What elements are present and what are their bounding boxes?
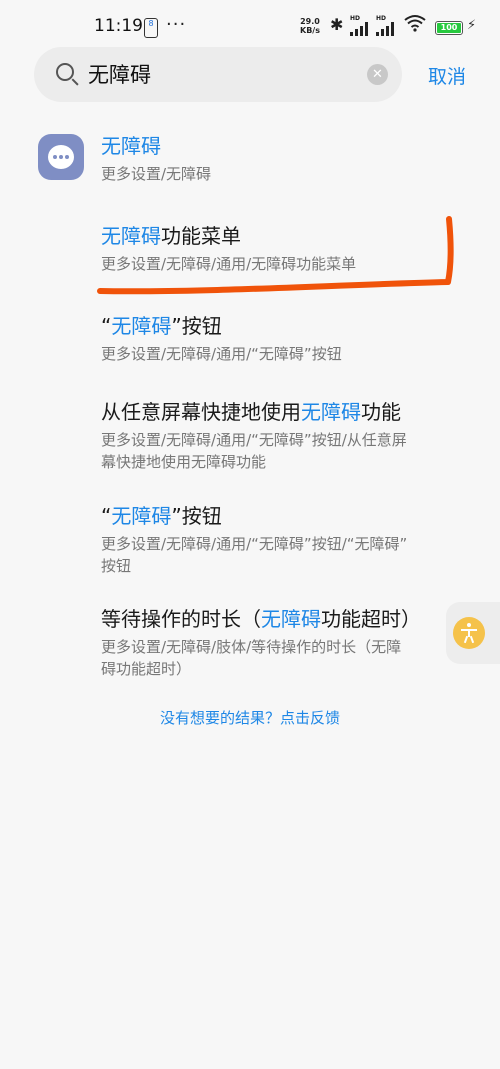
result-title: “无障碍”按钮: [101, 504, 222, 528]
result-item-accessibility-timeout[interactable]: 等待操作的时长（无障碍功能超时） 更多设置/无障碍/肢体/等待操作的时长（无障 …: [101, 606, 461, 680]
result-title: 从任意屏幕快捷地使用无障碍功能: [101, 400, 401, 424]
result-path: 更多设置/无障碍/肢体/等待操作的时长（无障 碍功能超时）: [101, 638, 402, 678]
result-path: 更多设置/无障碍/通用/“无障碍”按钮/从任意屏 幕快捷地使用无障碍功能: [101, 431, 407, 471]
floating-accessibility-button[interactable]: [446, 602, 500, 664]
result-path: 更多设置/无障碍/通用/“无障碍”按钮: [101, 345, 342, 363]
result-item-accessibility-shortcut[interactable]: 从任意屏幕快捷地使用无障碍功能 更多设置/无障碍/通用/“无障碍”按钮/从任意屏…: [101, 399, 481, 473]
feedback-link[interactable]: 没有想要的结果？点击反馈: [0, 707, 500, 728]
result-item-accessibility-button[interactable]: “无障碍”按钮 更多设置/无障碍/通用/“无障碍”按钮: [101, 313, 481, 365]
annotation-underline: [97, 216, 454, 295]
result-path: 更多设置/无障碍/通用/“无障碍”按钮/“无障碍” 按钮: [101, 535, 408, 575]
accessibility-person-icon: [453, 617, 485, 649]
result-item-accessibility-button-2[interactable]: “无障碍”按钮 更多设置/无障碍/通用/“无障碍”按钮/“无障碍” 按钮: [101, 503, 481, 577]
result-title: 等待操作的时长（无障碍功能超时）: [101, 607, 421, 631]
